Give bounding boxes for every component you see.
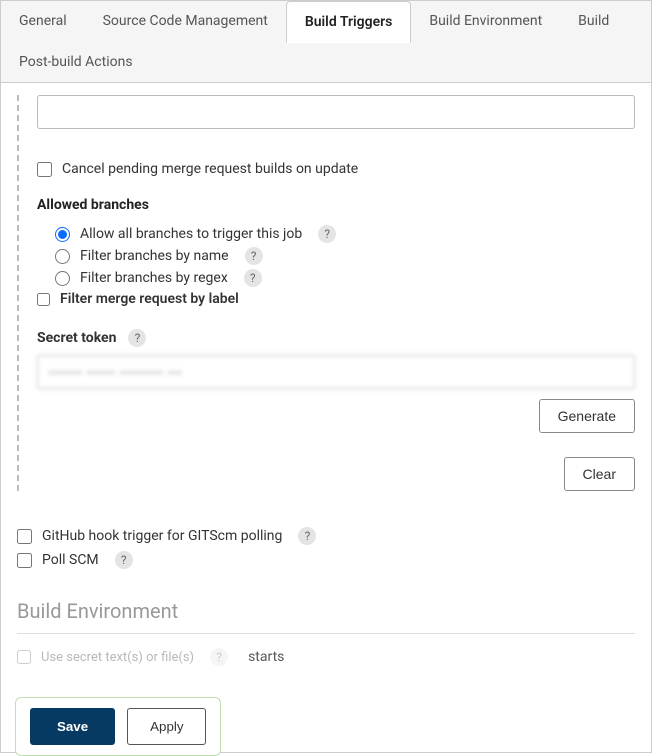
secret-token-label: Secret token: [37, 330, 116, 346]
branch-by-regex-radio[interactable]: [55, 271, 70, 286]
clear-button[interactable]: Clear: [564, 457, 635, 491]
config-tabs: General Source Code Management Build Tri…: [1, 1, 651, 83]
secret-token-input[interactable]: [37, 355, 635, 389]
save-button[interactable]: Save: [30, 708, 115, 745]
trigger-section: Cancel pending merge request builds on u…: [17, 95, 635, 491]
tab-build-env[interactable]: Build Environment: [411, 1, 560, 42]
footer-bar: Save Apply: [15, 697, 221, 756]
help-icon[interactable]: ?: [210, 648, 228, 666]
use-secret-checkbox[interactable]: [17, 650, 31, 664]
tab-general[interactable]: General: [1, 1, 85, 42]
apply-button[interactable]: Apply: [127, 708, 206, 745]
tab-post-build[interactable]: Post-build Actions: [1, 42, 151, 82]
filter-mr-label-checkbox[interactable]: [37, 293, 50, 306]
allowed-branches-title: Allowed branches: [37, 197, 635, 213]
help-icon[interactable]: ?: [298, 527, 316, 545]
poll-scm-label: Poll SCM: [42, 552, 99, 568]
help-icon[interactable]: ?: [318, 225, 336, 243]
url-input[interactable]: [37, 95, 635, 129]
branch-by-name-radio[interactable]: [55, 249, 70, 264]
tab-build[interactable]: Build: [560, 1, 627, 42]
generate-button[interactable]: Generate: [539, 399, 635, 433]
branch-by-name-label: Filter branches by name: [80, 248, 229, 264]
starts-text: starts: [248, 649, 284, 665]
filter-mr-label-label: Filter merge request by label: [60, 291, 239, 307]
help-icon[interactable]: ?: [245, 247, 263, 265]
build-env-heading: Build Environment: [17, 599, 635, 623]
tab-build-triggers[interactable]: Build Triggers: [286, 1, 412, 43]
tab-scm[interactable]: Source Code Management: [85, 1, 286, 42]
use-secret-label: Use secret text(s) or file(s): [41, 650, 194, 665]
help-icon[interactable]: ?: [115, 551, 133, 569]
cancel-pending-checkbox[interactable]: [37, 162, 52, 177]
cancel-pending-label: Cancel pending merge request builds on u…: [62, 161, 358, 177]
branch-by-regex-label: Filter branches by regex: [80, 270, 228, 286]
content-area: Cancel pending merge request builds on u…: [1, 83, 651, 752]
branch-allow-all-label: Allow all branches to trigger this job: [80, 226, 302, 242]
github-hook-label: GitHub hook trigger for GITScm polling: [42, 528, 282, 544]
separator: [17, 633, 635, 634]
branch-allow-all-radio[interactable]: [55, 227, 70, 242]
github-hook-checkbox[interactable]: [17, 529, 32, 544]
help-icon[interactable]: ?: [128, 329, 146, 347]
help-icon[interactable]: ?: [244, 269, 262, 287]
poll-scm-checkbox[interactable]: [17, 553, 32, 568]
